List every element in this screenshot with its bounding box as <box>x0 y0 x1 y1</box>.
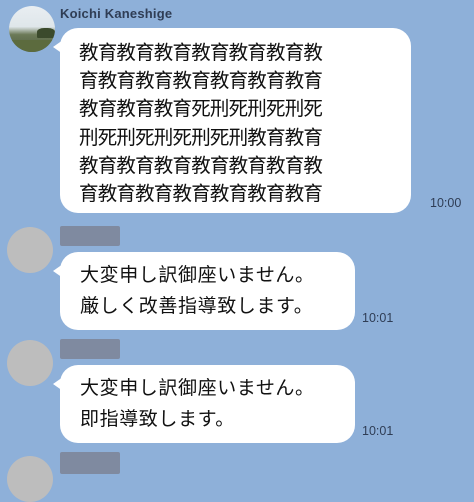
message-line: 大変申し訳御座いません。 <box>80 377 315 399</box>
chat-view: Koichi Kaneshige 教育教育教育教育教育教育教 育教育教育教育教育… <box>0 0 474 502</box>
bubble-tail <box>53 377 63 391</box>
message-bubble[interactable]: 大変申し訳御座いません。 厳しく改善指導致します。 <box>53 252 355 330</box>
message-line: 大変申し訳御座いません。 <box>80 264 315 286</box>
message-line: 刑死刑死刑死刑死刑教育教育 <box>79 125 323 149</box>
message-bubble[interactable]: 大変申し訳御座いません。 即指導致します。 <box>53 365 355 443</box>
avatar-grass <box>9 40 55 52</box>
message-line: 教育教育教育教育教育教育教 <box>79 153 323 177</box>
sender-name[interactable]: Koichi Kaneshige <box>60 6 172 21</box>
message-line: 厳しく改善指導致します。 <box>80 295 314 317</box>
message-line: 育教育教育教育教育教育教育 <box>79 182 323 206</box>
sender-name-redacted <box>60 226 120 246</box>
message-time: 10:00 <box>430 196 462 210</box>
message-line: 教育教育教育死刑死刑死刑死 <box>79 97 323 121</box>
message-time: 10:01 <box>362 311 394 325</box>
sender-avatar[interactable] <box>9 6 55 52</box>
sender-name-redacted <box>60 452 120 474</box>
sender-name-redacted <box>60 339 120 359</box>
message-bubble[interactable]: 教育教育教育教育教育教育教 育教育教育教育教育教育教育 教育教育教育死刑死刑死刑… <box>53 28 411 213</box>
bubble-tail <box>53 264 63 278</box>
avatar-tree <box>37 28 55 38</box>
sender-avatar[interactable] <box>7 456 53 502</box>
sender-avatar[interactable] <box>7 227 53 273</box>
message-line: 即指導致します。 <box>80 408 235 430</box>
message-line: 教育教育教育教育教育教育教 <box>79 41 323 64</box>
bubble-tail <box>53 40 63 54</box>
message-time: 10:01 <box>362 424 394 438</box>
sender-avatar[interactable] <box>7 340 53 386</box>
message-line: 育教育教育教育教育教育教育 <box>79 69 323 93</box>
